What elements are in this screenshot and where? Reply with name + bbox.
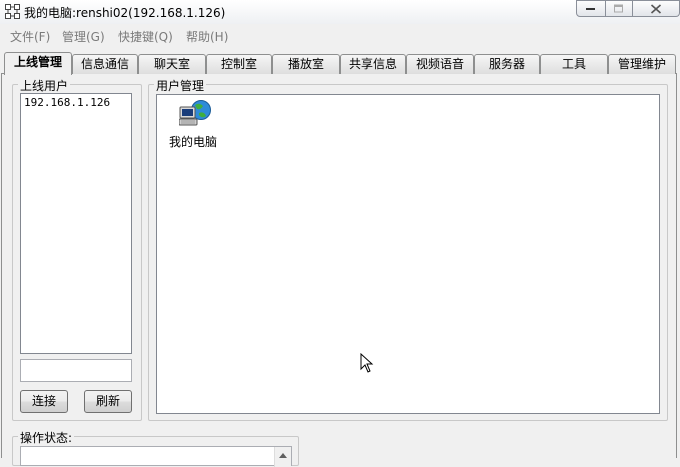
menu-shortcuts[interactable]: 快捷键(Q) — [118, 28, 173, 45]
tab-chat-room[interactable]: 聊天室 — [138, 54, 206, 74]
menu-file[interactable]: 文件(F) — [10, 28, 50, 45]
connect-button[interactable]: 连接 — [20, 390, 68, 413]
tab-messaging[interactable]: 信息通信 — [72, 54, 138, 74]
user-management-view[interactable]: 我的电脑 — [156, 94, 660, 414]
user-input[interactable] — [20, 359, 132, 382]
my-computer-icon[interactable] — [179, 99, 213, 129]
tab-server[interactable]: 服务器 — [474, 54, 540, 74]
minimize-button[interactable] — [576, 0, 606, 17]
maximize-icon — [614, 4, 623, 12]
menu-help[interactable]: 帮助(H) — [186, 28, 228, 45]
online-users-list[interactable]: 192.168.1.126 — [20, 93, 132, 354]
status-output[interactable] — [20, 446, 292, 467]
tab-control-room[interactable]: 控制室 — [206, 54, 272, 74]
minimize-icon — [586, 7, 595, 10]
menu-manage[interactable]: 管理(G) — [62, 28, 105, 45]
title-bar[interactable]: 我的电脑:renshi02(192.168.1.126) — [0, 0, 680, 24]
tab-online-management[interactable]: 上线管理 — [4, 52, 72, 75]
app-icon — [5, 4, 20, 19]
user-management-label: 用户管理 — [154, 77, 207, 94]
list-item[interactable]: 192.168.1.126 — [24, 96, 110, 109]
tab-shared-info[interactable]: 共享信息 — [340, 54, 406, 74]
tab-video-voice[interactable]: 视频语音 — [406, 54, 474, 74]
window-title: 我的电脑:renshi02(192.168.1.126) — [24, 6, 226, 20]
tab-maintenance[interactable]: 管理维护 — [608, 54, 676, 74]
tab-strip: 上线管理 信息通信 聊天室 控制室 播放室 共享信息 视频语音 服务器 工具 管… — [0, 52, 680, 75]
window-controls — [576, 0, 680, 18]
status-scrollbar[interactable] — [274, 447, 291, 467]
tab-tools[interactable]: 工具 — [540, 54, 608, 74]
status-label: 操作状态: — [18, 429, 75, 446]
online-users-label: 上线用户 — [18, 77, 71, 94]
mouse-cursor-icon — [360, 353, 374, 373]
scroll-up-icon[interactable] — [279, 453, 287, 458]
my-computer-label: 我的电脑 — [169, 135, 218, 149]
close-icon — [650, 3, 662, 14]
menu-bar: 文件(F) 管理(G) 快捷键(Q) 帮助(H) — [0, 24, 680, 46]
maximize-button[interactable] — [606, 0, 633, 17]
refresh-button[interactable]: 刷新 — [84, 390, 132, 413]
close-button[interactable] — [633, 0, 680, 17]
tab-playback-room[interactable]: 播放室 — [272, 54, 340, 74]
